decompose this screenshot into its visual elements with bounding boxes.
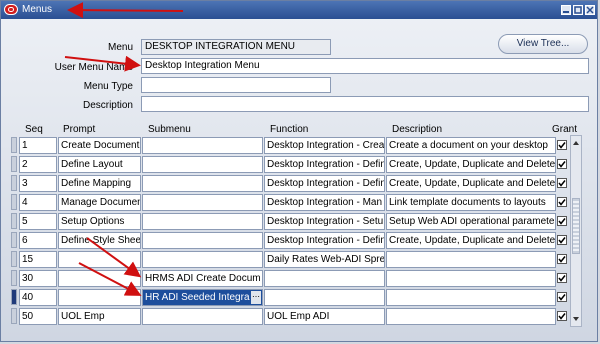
annotation-arrows xyxy=(64,2,184,296)
menus-window: Menus Menu DESKTOP INTEGRATION MENU View… xyxy=(0,0,598,342)
